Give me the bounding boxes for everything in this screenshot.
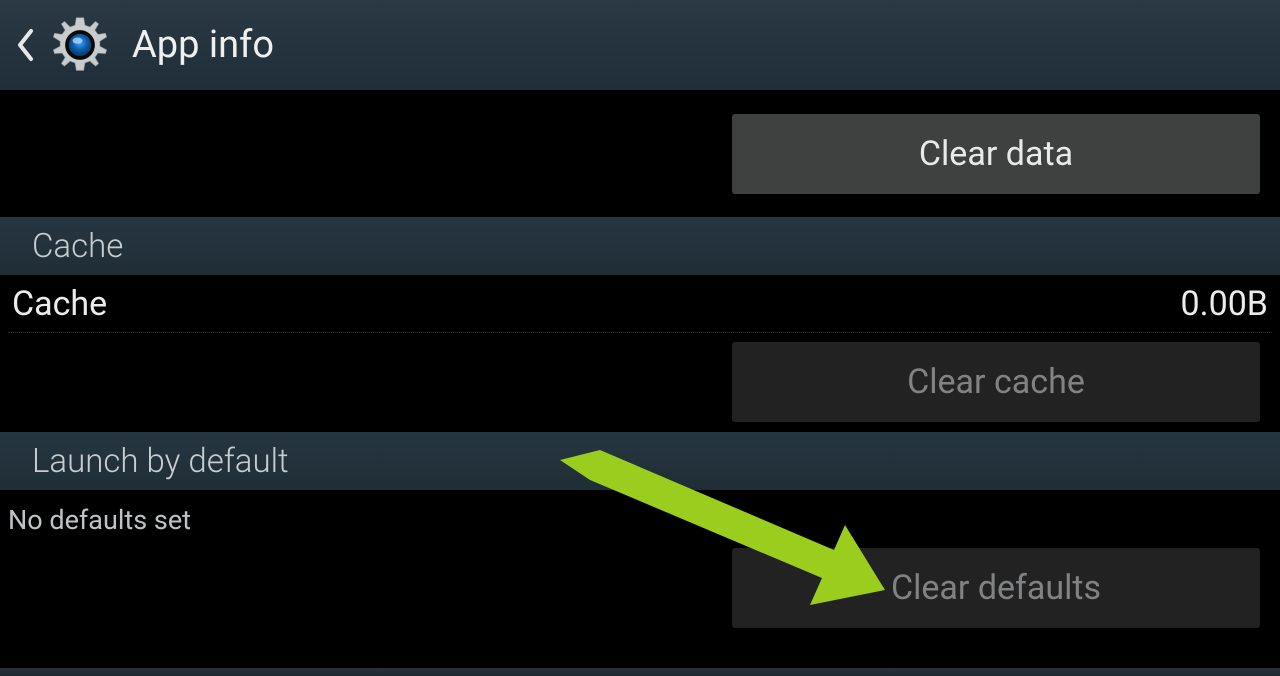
app-info-screen: App info Clear data Cache Cache 0.00B Cl… xyxy=(0,0,1280,676)
clear-defaults-button[interactable]: Clear defaults xyxy=(732,548,1260,628)
clear-cache-button[interactable]: Clear cache xyxy=(732,342,1260,422)
section-header-launch-label: Launch by default xyxy=(32,442,289,481)
clear-cache-area: Clear cache xyxy=(0,333,1280,431)
section-header-cache: Cache xyxy=(0,216,1280,276)
clear-data-button[interactable]: Clear data xyxy=(732,114,1260,194)
cache-label: Cache xyxy=(12,284,107,324)
chevron-left-icon xyxy=(16,28,34,62)
section-header-launch: Launch by default xyxy=(0,431,1280,491)
clear-data-area: Clear data xyxy=(0,92,1280,216)
back-button[interactable] xyxy=(12,23,38,67)
cache-value: 0.00B xyxy=(1181,284,1268,324)
settings-gear-icon xyxy=(46,11,114,79)
cache-row: Cache 0.00B xyxy=(0,276,1280,332)
header-bar: App info xyxy=(0,0,1280,92)
bottom-divider xyxy=(0,668,1280,676)
page-title: App info xyxy=(132,23,274,67)
clear-defaults-area: Clear defaults xyxy=(0,543,1280,633)
section-header-cache-label: Cache xyxy=(32,227,123,266)
defaults-status: No defaults set xyxy=(0,491,1280,543)
